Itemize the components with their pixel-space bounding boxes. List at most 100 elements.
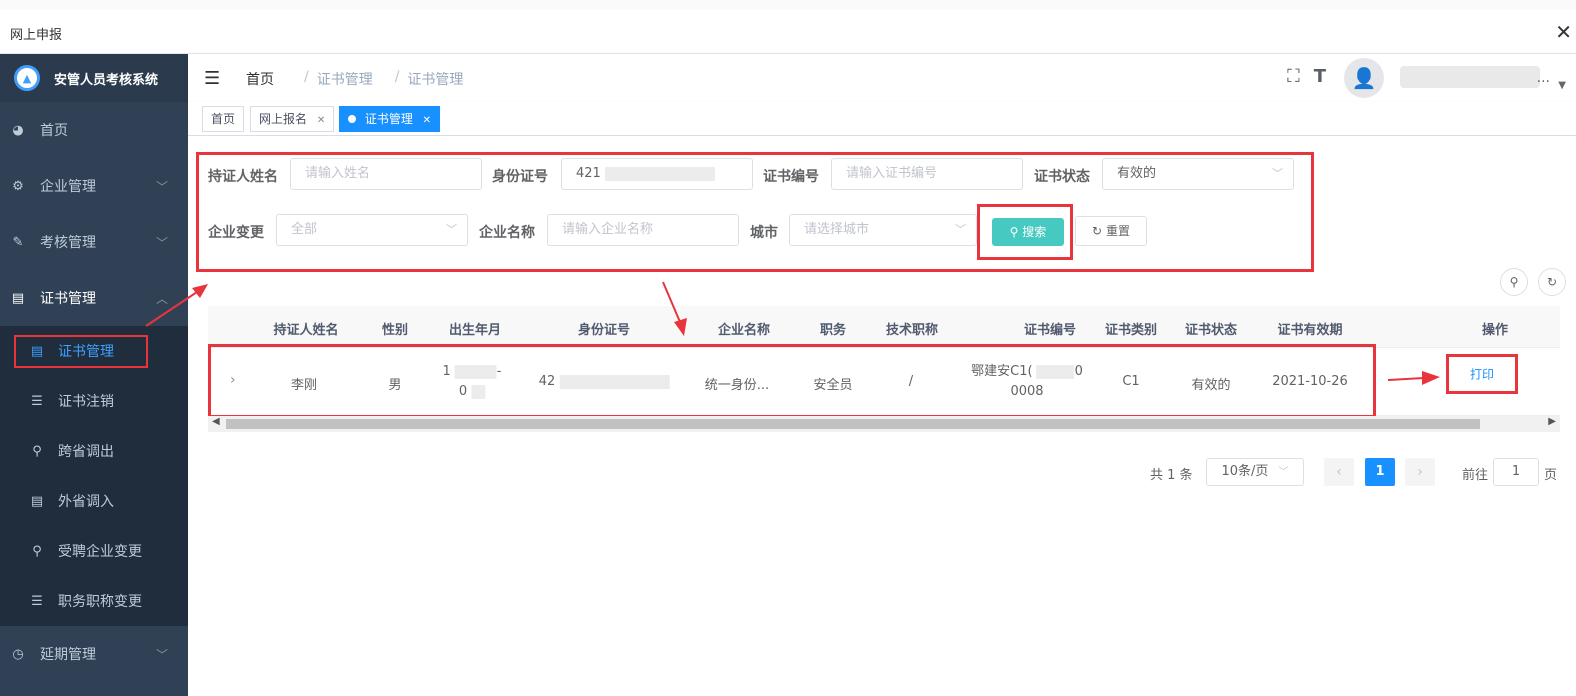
row-highlight — [208, 344, 1376, 418]
column-header: 证书类别 — [1104, 323, 1158, 338]
tag-label: 网上报名 — [259, 112, 308, 126]
sidebar-item-home[interactable]: ◕ 首页 — [0, 102, 188, 158]
top-header: ☰ 首页 / 证书管理 / 证书管理 ⛶ T 👤 ... ▼ — [188, 54, 1576, 102]
page-size-value: 10条/页 — [1221, 464, 1269, 479]
column-header: 性别 — [381, 323, 409, 338]
city-placeholder: 请选择城市 — [804, 222, 870, 237]
refresh-icon: ↻ — [1546, 275, 1558, 289]
certificate-submenu: ▤ 证书管理 ☰ 证书注销 ⚲ 跨省调出 ▤ 外省调入 ⚲ 受聘企业变更 ☰ 职… — [0, 326, 188, 626]
scroll-left-icon[interactable]: ◀ — [212, 416, 220, 427]
id-number-input[interactable]: 421 — [561, 158, 753, 190]
highlight-box — [14, 335, 148, 368]
fullscreen-icon[interactable]: ⛶ — [1287, 66, 1300, 87]
tags-view: 首页 网上报名 ✕ 证书管理 ✕ — [188, 102, 1576, 136]
breadcrumb: 首页 / 证书管理 / 证书管理 — [246, 69, 463, 89]
window-title: 网上申报 — [10, 28, 63, 43]
window-titlebar: 网上申报 ✕ — [0, 0, 1576, 54]
city-select[interactable]: 请选择城市 ﹀ — [789, 214, 977, 246]
id-number-value: 421 — [576, 166, 601, 181]
sidebar-item-company[interactable]: ⚙ 企业管理 ﹀ — [0, 158, 188, 214]
cert-status-value: 有效的 — [1117, 166, 1157, 181]
chevron-down-icon: ﹀ — [155, 647, 168, 662]
holder-name-label: 持证人姓名 — [208, 169, 278, 185]
company-change-label: 企业变更 — [208, 225, 264, 241]
next-page-button[interactable]: › — [1405, 458, 1435, 486]
main-content: 持证人姓名 请输入姓名 身份证号 421 证书编号 请输入证书编号 证书状态 有… — [188, 136, 1576, 696]
sidebar-subitem-employer-change[interactable]: ⚲ 受聘企业变更 — [0, 526, 188, 576]
search-button[interactable]: ⚲ 搜索 — [992, 218, 1064, 246]
sidebar-subitem-label: 受聘企业变更 — [58, 544, 142, 560]
page-number-current[interactable]: 1 — [1365, 458, 1395, 486]
cert-no-label: 证书编号 — [763, 169, 819, 185]
toggle-search-button[interactable]: ⚲ — [1500, 268, 1528, 296]
sidebar-item-exam[interactable]: ✎ 考核管理 ﹀ — [0, 214, 188, 270]
font-size-icon[interactable]: T — [1314, 66, 1326, 87]
column-header: 操作 — [1481, 323, 1509, 338]
breadcrumb-separator: / — [304, 69, 309, 85]
breadcrumb-item: 证书管理 — [316, 72, 373, 88]
sidebar-subitem-label: 证书注销 — [58, 394, 114, 410]
goto-page-input[interactable]: 1 — [1493, 458, 1539, 486]
list-icon: ☰ — [31, 593, 43, 609]
column-header: 出生年月 — [448, 323, 502, 338]
holder-name-input[interactable]: 请输入姓名 — [290, 158, 482, 190]
sidebar: ▲ 安管人员考核系统 ◕ 首页 ⚙ 企业管理 ﹀ ✎ 考核管理 ﹀ ▤ 证书管理… — [0, 54, 188, 696]
chevron-down-icon: ﹀ — [155, 179, 168, 194]
search-icon: ⚲ — [1009, 225, 1019, 239]
sidebar-subitem-cancel[interactable]: ☰ 证书注销 — [0, 376, 188, 426]
scrollbar-thumb[interactable] — [226, 419, 1480, 429]
table-header: 持证人姓名 性别 出生年月 身份证号 企业名称 职务 技术职称 证书编号 证书类… — [208, 306, 1560, 348]
horizontal-scrollbar[interactable]: ◀ ▶ — [208, 416, 1560, 432]
search-icon: ⚲ — [1509, 275, 1519, 289]
username-blurred — [1400, 66, 1540, 88]
city-label: 城市 — [750, 225, 778, 241]
reset-button-label: 重置 — [1105, 224, 1130, 238]
edit-icon: ✎ — [12, 234, 24, 250]
chevron-down-icon: ﹀ — [446, 223, 457, 236]
company-change-value: 全部 — [291, 222, 318, 237]
sidebar-subitem-transfer-in[interactable]: ▤ 外省调入 — [0, 476, 188, 526]
gear-icon: ⚙ — [12, 178, 24, 194]
certificate-icon: ▤ — [30, 493, 44, 509]
sidebar-subitem-label: 职务职称变更 — [58, 594, 142, 610]
breadcrumb-separator: / — [394, 69, 400, 85]
hamburger-icon[interactable]: ☰ — [204, 68, 220, 89]
scroll-right-icon[interactable]: ▶ — [1548, 416, 1556, 427]
logo-icon: ▲ — [14, 65, 40, 91]
sidebar-subitem-transfer-out[interactable]: ⚲ 跨省调出 — [0, 426, 188, 476]
tag-label: 首页 — [211, 112, 236, 126]
cert-status-select[interactable]: 有效的 ﹀ — [1102, 158, 1294, 190]
sidebar-item-label: 延期管理 — [40, 647, 96, 663]
tag-online-signup[interactable]: 网上报名 ✕ — [250, 106, 335, 132]
cert-status-label: 证书状态 — [1034, 169, 1090, 185]
sidebar-item-extension[interactable]: ◷ 延期管理 ﹀ — [0, 626, 188, 682]
caret-down-icon[interactable]: ▼ — [1558, 80, 1566, 91]
tag-home[interactable]: 首页 — [202, 106, 245, 132]
chevron-up-icon: ︿ — [155, 291, 168, 306]
avatar[interactable]: 👤 — [1344, 58, 1384, 98]
prev-page-button[interactable]: ‹ — [1324, 458, 1354, 486]
reset-button[interactable]: ↻ 重置 — [1075, 216, 1147, 246]
breadcrumb-item[interactable]: 首页 — [246, 69, 274, 89]
sidebar-item-certificate[interactable]: ▤ 证书管理 ︿ — [0, 270, 188, 326]
tag-certificate[interactable]: 证书管理 ✕ — [339, 106, 441, 132]
sidebar-subitem-title-change[interactable]: ☰ 职务职称变更 — [0, 576, 188, 626]
column-header: 身份证号 — [577, 323, 631, 338]
column-header: 证书有效期 — [1277, 323, 1343, 338]
company-name-input[interactable]: 请输入企业名称 — [547, 214, 739, 246]
active-dot-icon — [348, 115, 356, 123]
close-icon[interactable]: ✕ — [317, 115, 325, 126]
sidebar-subitem-label: 跨省调出 — [58, 444, 114, 460]
page-size-select[interactable]: 10条/页 ﹀ — [1206, 458, 1304, 486]
chevron-down-icon: ﹀ — [1278, 467, 1289, 478]
refresh-table-button[interactable]: ↻ — [1538, 268, 1566, 296]
company-change-select[interactable]: 全部 ﹀ — [276, 214, 468, 246]
cert-no-input[interactable]: 请输入证书编号 — [831, 158, 1023, 190]
chevron-down-icon: ﹀ — [1272, 167, 1283, 180]
close-icon[interactable]: ✕ — [1555, 20, 1572, 44]
close-icon[interactable]: ✕ — [423, 115, 431, 126]
sidebar-subitem-certificate-mgmt[interactable]: ▤ 证书管理 — [0, 326, 188, 376]
redacted-block — [604, 166, 715, 181]
goto-label: 前往 — [1462, 468, 1489, 483]
print-link[interactable]: 打印 — [1470, 366, 1494, 383]
